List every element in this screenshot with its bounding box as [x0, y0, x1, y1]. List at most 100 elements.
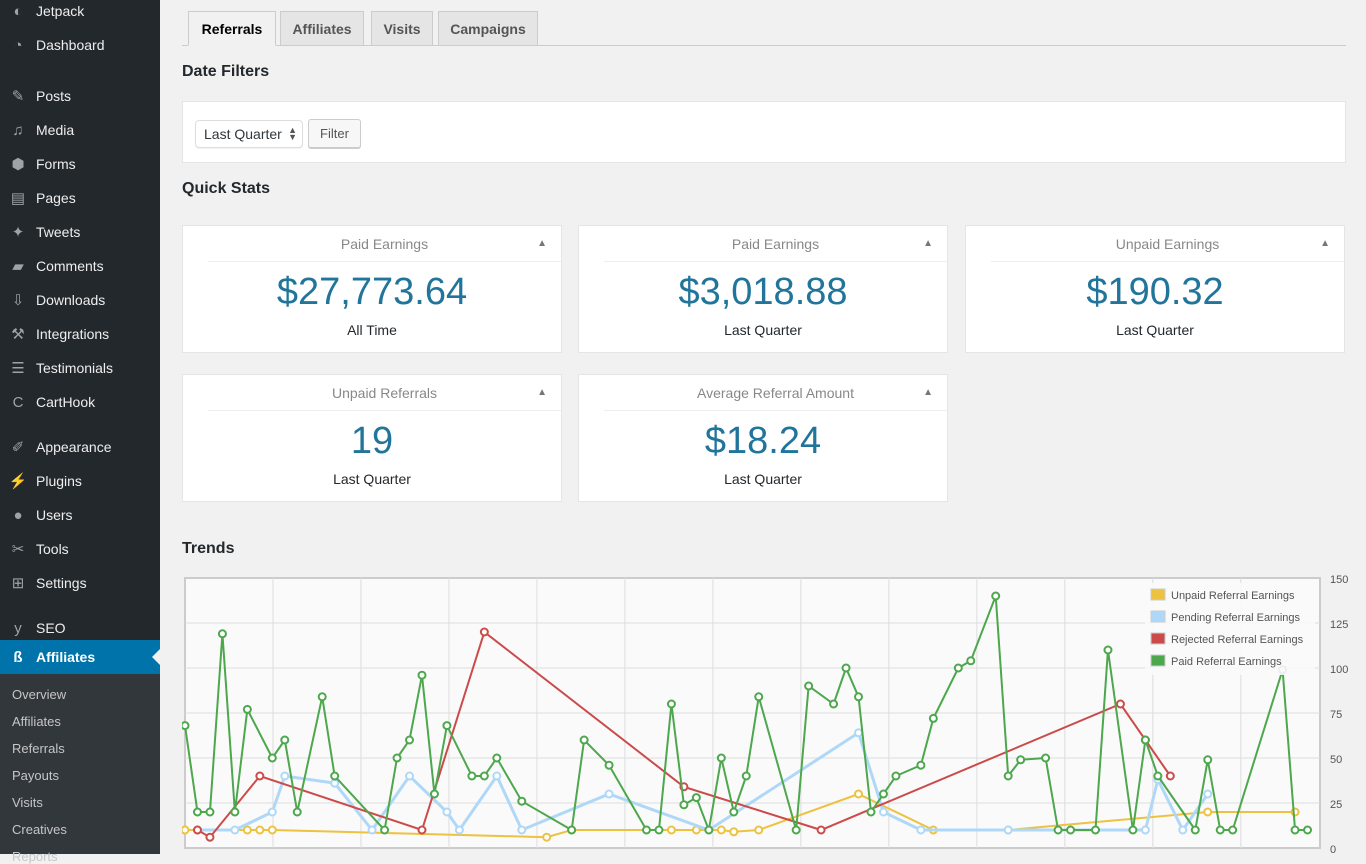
sidebar-item-media[interactable]: ♫ Media — [0, 113, 160, 147]
data-point — [1303, 825, 1313, 835]
data-point — [691, 793, 701, 803]
legend-label: Unpaid Referral Earnings — [1171, 590, 1295, 602]
data-point — [741, 771, 751, 781]
sidebar-item-label: Posts — [36, 88, 72, 104]
data-point — [267, 825, 277, 835]
y-tick-label: 150 — [1330, 575, 1348, 586]
data-point — [754, 692, 764, 702]
sidebar-item-label: Affiliates — [36, 649, 96, 665]
download-icon: ⇩ — [11, 292, 25, 309]
sidebar-item-affiliates[interactable]: ß Affiliates — [0, 640, 160, 674]
data-point — [854, 728, 864, 738]
sidebar-item-label: Dashboard — [36, 37, 105, 53]
data-point — [928, 713, 938, 723]
data-point — [1115, 699, 1125, 709]
yoast-icon: y — [14, 619, 22, 637]
data-point — [991, 591, 1001, 601]
wrench-icon: ✂ — [11, 541, 25, 558]
submenu-item-creatives[interactable]: Creatives — [12, 822, 67, 837]
affiliates-submenu: Overview Affiliates Referrals Payouts Visits… — [0, 674, 160, 864]
data-point — [442, 721, 452, 731]
sidebar-item-label: Media — [36, 122, 75, 138]
data-point — [641, 825, 651, 835]
sidebar-item-pages[interactable]: ▤ Pages — [0, 181, 160, 215]
data-point — [242, 825, 252, 835]
data-point — [804, 681, 814, 691]
data-point — [666, 699, 676, 709]
data-point — [1003, 771, 1013, 781]
stat-card-value: $27,773.64 — [276, 271, 468, 313]
sidebar-item-tweets[interactable]: ✦ Tweets — [0, 215, 160, 249]
data-point — [242, 704, 252, 714]
data-point — [192, 807, 202, 817]
sidebar-item-jetpack[interactable]: ◐ Jetpack — [0, 0, 160, 28]
submenu-item-affiliates[interactable]: Affiliates — [12, 714, 61, 729]
data-point — [1066, 825, 1076, 835]
stat-card: Unpaid Earnings ▲ $190.32 Last Quarter — [965, 225, 1345, 353]
stat-card-value: 19 — [350, 420, 394, 462]
data-point — [267, 753, 277, 763]
collapse-toggle-icon[interactable]: ▲ — [1320, 238, 1330, 249]
tab-affiliates[interactable]: Affiliates — [280, 11, 364, 46]
sidebar-item-settings[interactable]: ⊞ Settings — [0, 566, 160, 600]
stat-card: Average Referral Amount ▲ $18.24 Last Qu… — [578, 374, 948, 502]
date-range-value: Last Quarter — [204, 126, 282, 142]
submenu-item-visits[interactable]: Visits — [12, 795, 43, 810]
date-filter-panel: Last Quarter ▲ ▼ Filter — [182, 101, 1346, 163]
stat-card-title: Paid Earnings — [208, 226, 561, 262]
sidebar-item-carthook[interactable]: C CartHook — [0, 385, 160, 419]
data-point — [280, 771, 290, 781]
sidebar-item-tools[interactable]: ✂ Tools — [0, 532, 160, 566]
jetpack-icon: ◐ — [13, 2, 23, 20]
sidebar-item-users[interactable]: ● Users — [0, 498, 160, 532]
data-point — [953, 663, 963, 673]
collapse-toggle-icon[interactable]: ▲ — [923, 387, 933, 398]
sidebar-item-forms[interactable]: ⬢ Forms — [0, 147, 160, 181]
data-point — [205, 807, 215, 817]
submenu-item-reports[interactable]: Reports — [12, 849, 58, 864]
data-point — [1203, 789, 1213, 799]
submenu-item-overview[interactable]: Overview — [12, 687, 66, 702]
data-point — [1016, 755, 1026, 765]
stat-card-value: $18.24 — [704, 420, 822, 462]
filter-button[interactable]: Filter — [308, 119, 361, 148]
collapse-toggle-icon[interactable]: ▲ — [537, 387, 547, 398]
sidebar-item-label: Tools — [36, 541, 69, 557]
data-point — [182, 825, 190, 835]
sidebar-item-integrations[interactable]: ⚒ Integrations — [0, 317, 160, 351]
submenu-item-referrals[interactable]: Referrals — [12, 741, 65, 756]
data-point — [966, 656, 976, 666]
sidebar-item-comments[interactable]: ▰ Comments — [0, 249, 160, 283]
legend-label: Pending Referral Earnings — [1171, 612, 1301, 624]
collapse-toggle-icon[interactable]: ▲ — [923, 238, 933, 249]
y-tick-label: 100 — [1330, 664, 1348, 676]
tab-visits[interactable]: Visits — [371, 11, 433, 46]
data-point — [1203, 755, 1213, 765]
sidebar-item-label: Plugins — [36, 473, 82, 489]
y-tick-label: 75 — [1330, 709, 1342, 721]
data-point — [479, 771, 489, 781]
data-point — [1090, 825, 1100, 835]
sidebar-item-posts[interactable]: ✎ Posts — [0, 79, 160, 113]
select-arrows-icon: ▲ ▼ — [288, 125, 297, 142]
data-point — [1165, 771, 1175, 781]
tab-referrals[interactable]: Referrals — [188, 11, 276, 46]
data-point — [729, 807, 739, 817]
sidebar-item-plugins[interactable]: ⚡ Plugins — [0, 464, 160, 498]
sidebar-item-dashboard[interactable]: ◔ Dashboard — [0, 28, 160, 62]
sidebar-item-appearance[interactable]: ✐ Appearance — [0, 430, 160, 464]
y-tick-label: 125 — [1330, 619, 1348, 631]
data-point — [579, 735, 589, 745]
legend-label: Paid Referral Earnings — [1171, 656, 1282, 668]
sidebar-item-testimonials[interactable]: ☰ Testimonials — [0, 351, 160, 385]
date-range-select[interactable]: Last Quarter ▲ ▼ — [195, 120, 303, 148]
tab-campaigns[interactable]: Campaigns — [438, 11, 538, 46]
data-point — [317, 692, 327, 702]
sidebar-item-label: Users — [36, 507, 73, 523]
collapse-toggle-icon[interactable]: ▲ — [537, 238, 547, 249]
sidebar-item-downloads[interactable]: ⇩ Downloads — [0, 283, 160, 317]
data-point — [891, 771, 901, 781]
submenu-item-payouts[interactable]: Payouts — [12, 768, 59, 783]
stat-card-title: Unpaid Referrals — [208, 375, 561, 411]
data-point — [916, 825, 926, 835]
